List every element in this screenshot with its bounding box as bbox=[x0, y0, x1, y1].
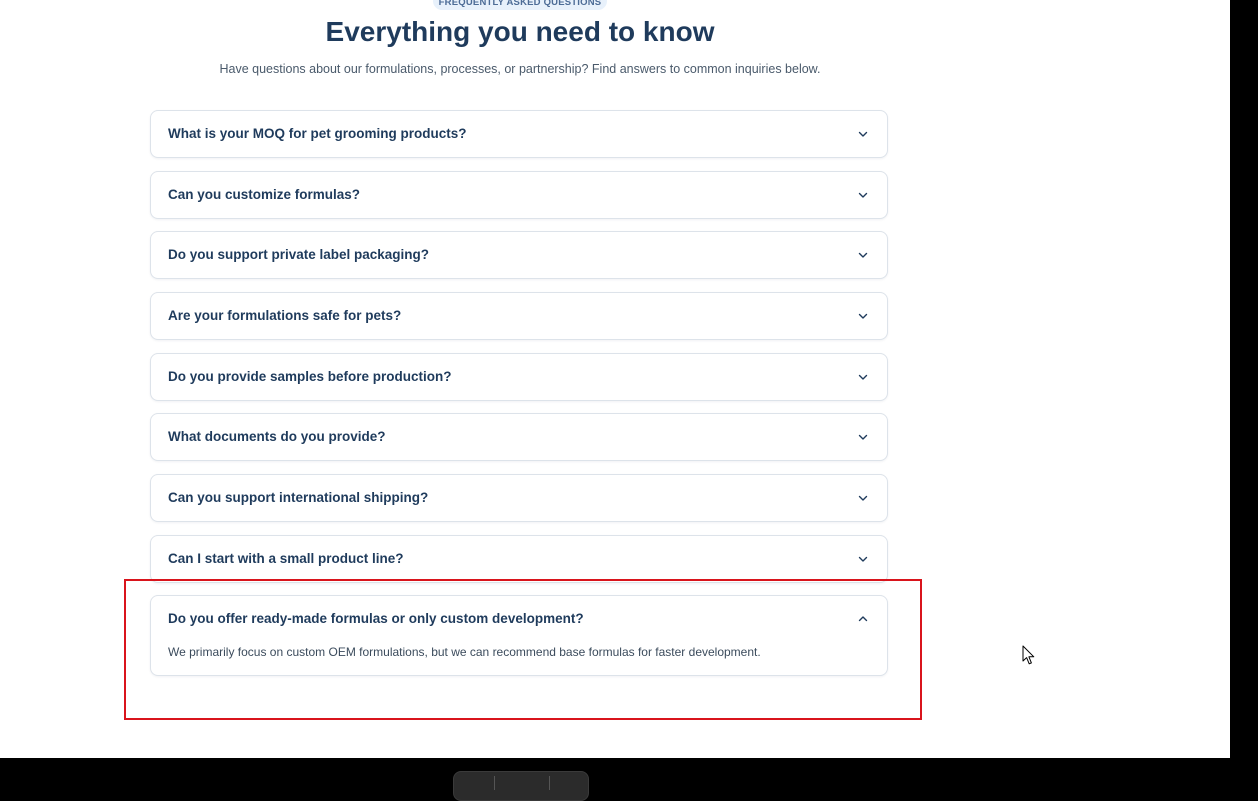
chevron-down-icon[interactable] bbox=[857, 128, 869, 140]
faq-question: Can you customize formulas? bbox=[168, 187, 361, 202]
mouse-pointer-icon bbox=[1022, 645, 1035, 665]
faq-item[interactable]: Can you customize formulas? bbox=[150, 171, 888, 219]
faq-page: FREQUENTLY ASKED QUESTIONS Everything yo… bbox=[0, 0, 1230, 758]
faq-item[interactable]: Can I start with a small product line? bbox=[150, 535, 888, 583]
bottom-toolbar bbox=[453, 771, 589, 801]
chevron-down-icon[interactable] bbox=[857, 371, 869, 383]
faq-item-expanded[interactable]: Do you offer ready-made formulas or only… bbox=[150, 595, 888, 676]
faq-item[interactable]: What documents do you provide? bbox=[150, 413, 888, 461]
section-title: Everything you need to know bbox=[325, 16, 715, 47]
chevron-down-icon[interactable] bbox=[857, 553, 869, 565]
faq-item[interactable]: What is your MOQ for pet grooming produc… bbox=[150, 110, 888, 158]
faq-question: What documents do you provide? bbox=[168, 429, 386, 444]
faq-item[interactable]: Can you support international shipping? bbox=[150, 474, 888, 522]
chevron-down-icon[interactable] bbox=[857, 249, 869, 261]
faq-question: Do you offer ready-made formulas or only… bbox=[168, 611, 584, 626]
faq-item[interactable]: Are your formulations safe for pets? bbox=[150, 292, 888, 340]
faq-question: Do you support private label packaging? bbox=[168, 247, 430, 262]
faq-question: Can I start with a small product line? bbox=[168, 551, 404, 566]
section-eyebrow-badge: FREQUENTLY ASKED QUESTIONS bbox=[433, 0, 607, 10]
chevron-down-icon[interactable] bbox=[857, 189, 869, 201]
faq-question: Are your formulations safe for pets? bbox=[168, 308, 402, 323]
faq-question: What is your MOQ for pet grooming produc… bbox=[168, 126, 467, 141]
chevron-down-icon[interactable] bbox=[857, 492, 869, 504]
faq-answer: We primarily focus on custom OEM formula… bbox=[168, 645, 761, 659]
faq-item[interactable]: Do you provide samples before production… bbox=[150, 353, 888, 401]
faq-item[interactable]: Do you support private label packaging? bbox=[150, 231, 888, 279]
section-subtitle: Have questions about our formulations, p… bbox=[219, 62, 821, 76]
faq-question: Do you provide samples before production… bbox=[168, 369, 452, 384]
toolbar-divider bbox=[549, 776, 550, 790]
faq-question: Can you support international shipping? bbox=[168, 490, 429, 505]
chevron-down-icon[interactable] bbox=[857, 310, 869, 322]
chevron-up-icon[interactable] bbox=[857, 613, 869, 625]
chevron-down-icon[interactable] bbox=[857, 431, 869, 443]
toolbar-divider bbox=[494, 776, 495, 790]
